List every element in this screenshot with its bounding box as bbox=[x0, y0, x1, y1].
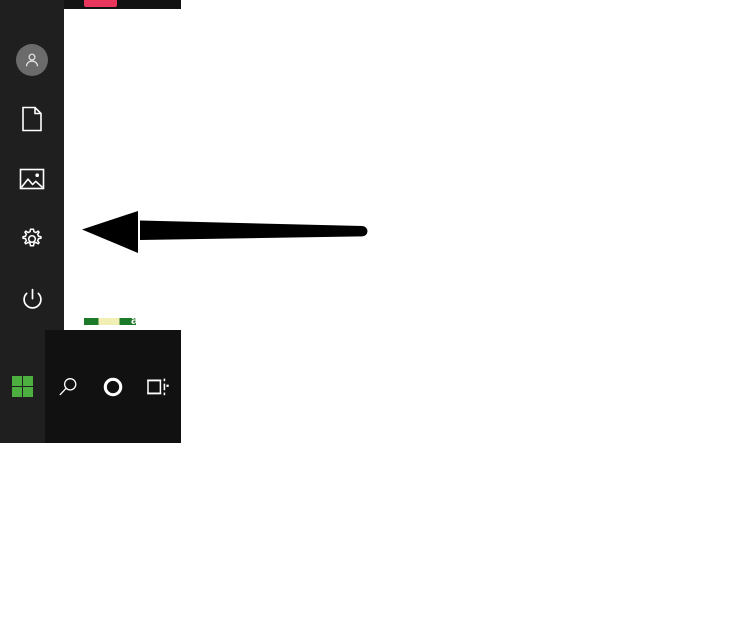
rail-item-user-account[interactable] bbox=[0, 36, 64, 84]
search-icon bbox=[57, 376, 79, 398]
taskbar-search-button[interactable] bbox=[45, 358, 90, 415]
screen-root: amazon bbox=[0, 0, 752, 638]
taskbar-task-view-button[interactable] bbox=[135, 358, 180, 415]
tile-color-strip bbox=[84, 318, 136, 325]
tile-accent-bar bbox=[84, 0, 117, 7]
power-icon bbox=[20, 287, 45, 312]
document-icon bbox=[21, 106, 43, 132]
start-menu-panel bbox=[64, 0, 752, 325]
taskbar bbox=[45, 330, 181, 443]
rail-item-settings[interactable] bbox=[0, 215, 64, 263]
taskbar-cortana-button[interactable] bbox=[90, 358, 135, 415]
tile-amazon-label: amazon bbox=[131, 313, 178, 327]
taskbar-start-button[interactable] bbox=[0, 358, 45, 415]
cortana-circle-icon bbox=[102, 376, 124, 398]
avatar bbox=[16, 44, 48, 76]
task-view-icon bbox=[146, 377, 169, 397]
windows-logo-icon bbox=[12, 376, 33, 397]
gear-icon bbox=[19, 226, 45, 252]
rail-item-power[interactable] bbox=[0, 275, 64, 323]
taskbar-items bbox=[45, 330, 181, 443]
rail-item-documents[interactable] bbox=[0, 95, 64, 143]
top-dark-strip-secondary bbox=[117, 0, 181, 8]
picture-icon bbox=[19, 167, 45, 191]
rail-item-pictures[interactable] bbox=[0, 155, 64, 203]
